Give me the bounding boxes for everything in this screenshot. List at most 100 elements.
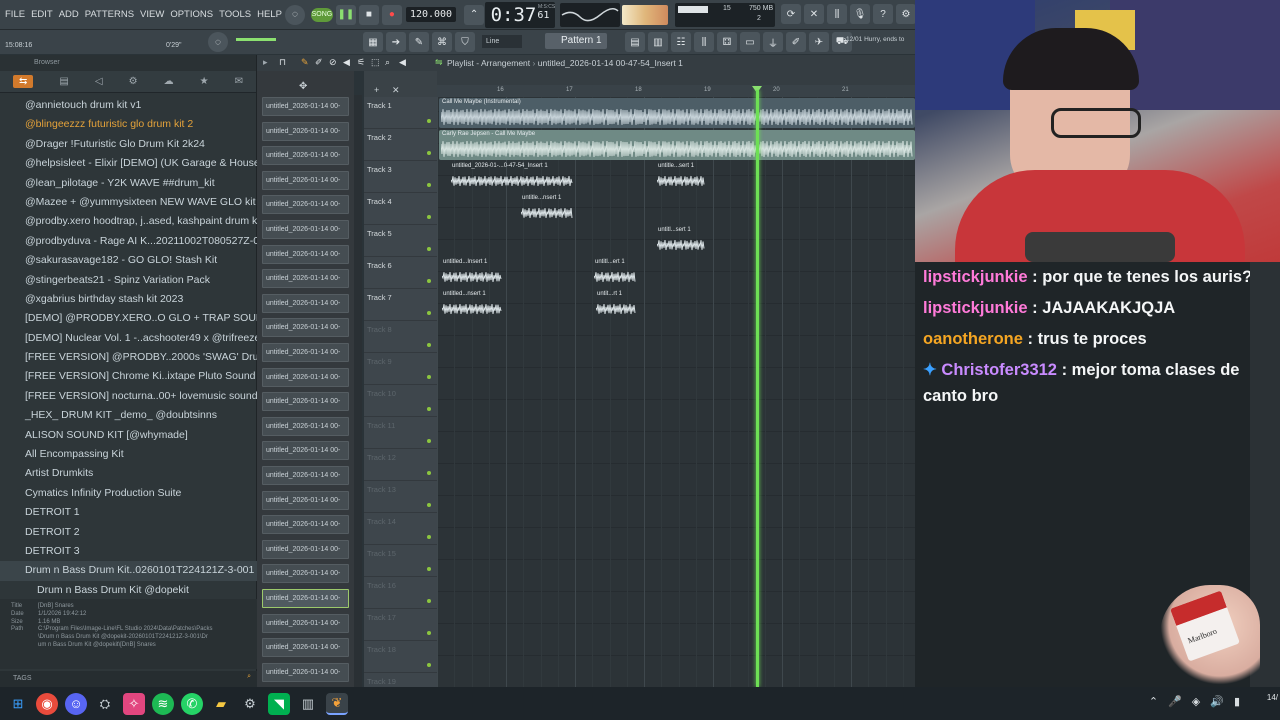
track-mute-led[interactable]: [427, 247, 431, 251]
all-tab-icon[interactable]: ⇆: [13, 75, 34, 88]
menu-help[interactable]: HELP: [257, 9, 282, 20]
picker-pattern-item[interactable]: untitled_2026-01-14 00-: [262, 589, 349, 608]
picker-pattern-item[interactable]: untitled_2026-01-14 00-: [262, 269, 349, 289]
menu-view[interactable]: VIEW: [140, 9, 164, 20]
mixer-icon[interactable]: ⫼: [827, 4, 847, 24]
tray-battery-icon[interactable]: ▮: [1234, 695, 1240, 708]
browser-folder-item[interactable]: @sakurasavage182 - GO GLO! Stash Kit: [0, 251, 257, 270]
browser-folder-item[interactable]: @prodbyduva - Rage AI K...20211002T08052…: [0, 232, 257, 251]
picker-pattern-item[interactable]: untitled_2026-01-14 00-: [262, 638, 349, 658]
windows-start-icon[interactable]: ⊞: [7, 693, 29, 715]
track-header[interactable]: Track 11: [364, 417, 437, 449]
playlist-clip[interactable]: untitl...ert 1: [592, 258, 638, 288]
tray-network-icon[interactable]: ◈: [1192, 695, 1200, 708]
track-header[interactable]: Track 2: [364, 129, 437, 161]
metronome-knob-icon[interactable]: ◌: [284, 4, 305, 25]
timeline-scroll[interactable]: [437, 71, 915, 85]
browser-folder-item[interactable]: [DEMO] @PRODBY.XERO..O GLO + TRAP SOUND …: [0, 309, 257, 328]
picker-pattern-item[interactable]: untitled_2026-01-14 00-: [262, 293, 349, 313]
browser-folder-item[interactable]: [FREE VERSION] nocturna..00+ lovemusic s…: [0, 387, 257, 406]
menu-file[interactable]: FILE: [5, 9, 25, 20]
export-icon[interactable]: ✈: [809, 32, 829, 52]
track-mute-led[interactable]: [427, 471, 431, 475]
song-mode-toggle[interactable]: SONG: [310, 7, 333, 22]
pattern-select[interactable]: Pattern 1: [545, 33, 607, 49]
picker-pattern-item[interactable]: untitled_2026-01-14 00-: [262, 220, 349, 239]
browser-folder-item[interactable]: @Mazee + @yummysixteen NEW WAVE GLO kit: [0, 193, 257, 212]
menu-tools[interactable]: TOOLS: [219, 9, 251, 20]
timeline-ruler[interactable]: 16 17 18 19 20 21: [437, 85, 915, 97]
track-header[interactable]: Track 8: [364, 321, 437, 353]
picker-pattern-item[interactable]: untitled_2026-01-14 00-: [262, 416, 349, 436]
track-header[interactable]: Track 5: [364, 225, 437, 257]
search-icon[interactable]: ⌕: [247, 673, 251, 681]
picker-pattern-item[interactable]: untitled_2026-01-14 00-: [262, 515, 349, 535]
picker-pattern-item[interactable]: untitled_2026-01-14 00-: [262, 121, 349, 141]
track-header[interactable]: Track 10: [364, 385, 437, 417]
track-mute-led[interactable]: [427, 439, 431, 443]
picker-pattern-item[interactable]: untitled_2026-01-14 00-: [262, 441, 349, 461]
select-tool-icon[interactable]: ⬚: [371, 57, 380, 68]
track-header[interactable]: Track 1: [364, 97, 437, 129]
track-mute-led[interactable]: [427, 599, 431, 603]
playlist-window-icon[interactable]: ▤: [625, 32, 645, 52]
playlist-clip[interactable]: untitled_2026-01-...0-47-54_Insert 1: [449, 162, 575, 192]
link-icon[interactable]: ⌘: [432, 32, 452, 52]
track-mute-led[interactable]: [427, 151, 431, 155]
mixer-window-icon[interactable]: ⫼: [694, 32, 714, 52]
track-mute-led[interactable]: [427, 119, 431, 123]
browser-folder-item[interactable]: @lean_pilotage - Y2K WAVE ##drum_kit: [0, 174, 257, 193]
picker-scrollbar[interactable]: [354, 95, 362, 687]
playlist-clip[interactable]: untitled...Insert 1: [440, 258, 504, 288]
picker-pattern-item[interactable]: untitled_2026-01-14 00-: [262, 146, 349, 166]
track-mute-led[interactable]: [427, 535, 431, 539]
pause-icon[interactable]: ❚❚: [335, 4, 356, 25]
current-project-icon[interactable]: ▤: [59, 76, 68, 87]
game-icon[interactable]: ◥: [268, 692, 290, 715]
browser-folder-item[interactable]: @helpsisleet - Elixir [DEMO] (UK Garage …: [0, 154, 257, 173]
browser-folder-item[interactable]: _HEX_ DRUM KIT _demo_ @doubtsinns: [0, 406, 257, 425]
draw-tool-icon[interactable]: ✎: [301, 57, 309, 68]
track-mute-led[interactable]: [427, 375, 431, 379]
track-mute-led[interactable]: [427, 567, 431, 571]
picker-pattern-item[interactable]: untitled_2026-01-14 00-: [262, 662, 349, 682]
plug-icon[interactable]: ⏚: [763, 32, 783, 52]
track-header[interactable]: Track 14: [364, 513, 437, 545]
picker-pattern-item[interactable]: untitled_2026-01-14 00-: [262, 490, 349, 510]
picker-pattern-item[interactable]: untitled_2026-01-14 00-: [262, 564, 349, 584]
track-header[interactable]: Track 12: [364, 449, 437, 481]
menu-options[interactable]: OPTIONS: [170, 9, 213, 20]
brush-icon[interactable]: ✐: [786, 32, 806, 52]
picker-pattern-item[interactable]: untitled_2026-01-14 00-: [262, 343, 349, 362]
tempo-display[interactable]: 120.000: [405, 7, 457, 22]
picker-pattern-item[interactable]: untitled_2026-01-14 00-: [262, 170, 349, 190]
slice-tool-icon[interactable]: ⚟: [357, 57, 365, 68]
browser-folder-item[interactable]: ALISON SOUND KIT [@whymade]: [0, 426, 257, 445]
taskbar-clock[interactable]: 14/: [1267, 693, 1278, 702]
undo-icon[interactable]: ⟳: [781, 4, 801, 24]
mute-tool-icon[interactable]: ◀: [343, 57, 350, 68]
track-header[interactable]: Track 17: [364, 609, 437, 641]
plugin-icon[interactable]: ⚙: [129, 76, 138, 87]
pencil-icon[interactable]: ✎: [409, 32, 429, 52]
picker-pattern-item[interactable]: untitled_2026-01-14 00-: [262, 392, 349, 412]
tag-icon[interactable]: ✉: [235, 76, 243, 87]
plugin-db-icon[interactable]: ◁: [95, 76, 103, 87]
pattern-mode-icon[interactable]: ⌃: [464, 4, 485, 25]
track-mute-led[interactable]: [427, 407, 431, 411]
star-icon[interactable]: ★: [200, 76, 209, 87]
browser-folder-item[interactable]: @blingeezzz futuristic glo drum kit 2: [0, 115, 257, 134]
track-header[interactable]: Track 7: [364, 289, 437, 321]
browser-folder-item[interactable]: @stingerbeats21 - Spinz Variation Pack: [0, 271, 257, 290]
master-volume-slider[interactable]: [236, 38, 276, 41]
browser-folder-item[interactable]: @xgabrius birthday stash kit 2023: [0, 290, 257, 309]
playlist-clip[interactable]: untitle...sert 1: [655, 162, 707, 192]
track-mute-led[interactable]: [427, 663, 431, 667]
browser-folder-item[interactable]: DETROIT 2: [0, 523, 257, 542]
playlist-clip[interactable]: Carly Rae Jepsen - Call Me Maybe: [439, 130, 915, 160]
file-explorer-icon[interactable]: ▰: [210, 693, 232, 715]
cloud-icon[interactable]: ☁: [164, 76, 174, 87]
browser-folder-item[interactable]: Drum n Bass Drum Kit..0260101T224121Z-3-…: [0, 561, 257, 581]
browser-window-icon[interactable]: ▭: [740, 32, 760, 52]
playlist-menu-arrow-icon[interactable]: ▸: [263, 57, 268, 68]
